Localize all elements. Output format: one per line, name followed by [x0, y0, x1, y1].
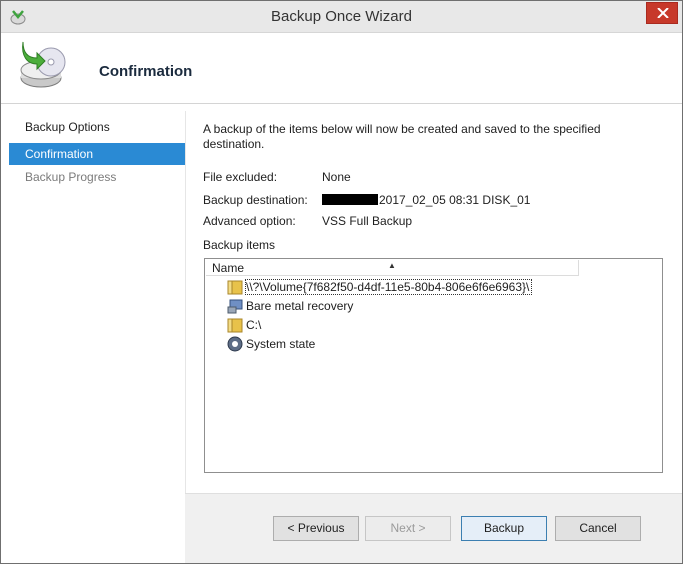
close-icon: [657, 8, 669, 18]
title-bar: Backup Once Wizard: [1, 1, 682, 33]
nav-item-label: Backup Options: [25, 120, 110, 134]
backup-button[interactable]: Backup: [461, 516, 547, 541]
cancel-button[interactable]: Cancel: [555, 516, 641, 541]
page-title: Confirmation: [99, 63, 193, 80]
close-button[interactable]: [646, 2, 678, 24]
folder-icon: [227, 280, 243, 295]
backup-disk-icon: [20, 41, 66, 88]
backup-destination-value: 2017_02_05 08:31 DISK_01: [322, 193, 530, 207]
file-excluded-label: File excluded:: [203, 170, 278, 184]
list-item[interactable]: C:\: [227, 316, 647, 334]
folder-icon: [227, 318, 243, 333]
intro-text: A backup of the items below will now be …: [203, 122, 601, 151]
nav-item-label: Confirmation: [25, 147, 94, 161]
list-item-label: \\?\Volume{7f682f50-d4df-11e5-80b4-806e6…: [244, 279, 533, 295]
previous-button[interactable]: < Previous: [273, 516, 359, 541]
list-item[interactable]: \\?\Volume{7f682f50-d4df-11e5-80b4-806e6…: [227, 278, 647, 296]
list-item[interactable]: Bare metal recovery: [227, 297, 647, 315]
bare-metal-icon: [227, 299, 243, 314]
system-state-icon: [227, 336, 243, 352]
list-item-label: Bare metal recovery: [246, 299, 354, 313]
wizard-header: Confirmation: [1, 34, 682, 104]
backup-items-list[interactable]: Name ▲ \\?\Volume{7f682f50-d4df-11e5-80b…: [204, 258, 663, 473]
next-button[interactable]: Next >: [365, 516, 451, 541]
backup-destination-label: Backup destination:: [203, 193, 308, 207]
wizard-window: Backup Once Wizard Confirmation Backup O…: [0, 0, 683, 564]
advanced-option-value: VSS Full Backup: [322, 214, 413, 228]
nav-item-label: Backup Progress: [25, 170, 117, 184]
nav-item-confirmation[interactable]: Confirmation: [9, 143, 185, 165]
column-header-name[interactable]: Name ▲: [206, 260, 579, 276]
redaction-bar: [322, 194, 378, 205]
backup-items-label: Backup items: [203, 238, 276, 252]
advanced-option-label: Advanced option:: [203, 214, 296, 228]
list-item-label: C:\: [246, 318, 262, 332]
nav-item-backup-progress[interactable]: Backup Progress: [9, 166, 185, 188]
list-item[interactable]: System state: [227, 335, 647, 353]
list-item-label: System state: [246, 337, 316, 351]
window-title: Backup Once Wizard: [271, 8, 412, 25]
wizard-steps-nav: Backup Options Confirmation Backup Progr…: [9, 111, 185, 556]
confirmation-pane: A backup of the items below will now be …: [185, 111, 672, 493]
column-header-label: Name: [212, 261, 245, 275]
nav-item-backup-options[interactable]: Backup Options: [9, 116, 185, 138]
wizard-footer: < Previous Next > Backup Cancel: [185, 493, 682, 563]
backup-destination-text: 2017_02_05 08:31 DISK_01: [379, 193, 531, 207]
sort-ascending-icon: ▲: [388, 261, 396, 270]
file-excluded-value: None: [322, 170, 351, 184]
